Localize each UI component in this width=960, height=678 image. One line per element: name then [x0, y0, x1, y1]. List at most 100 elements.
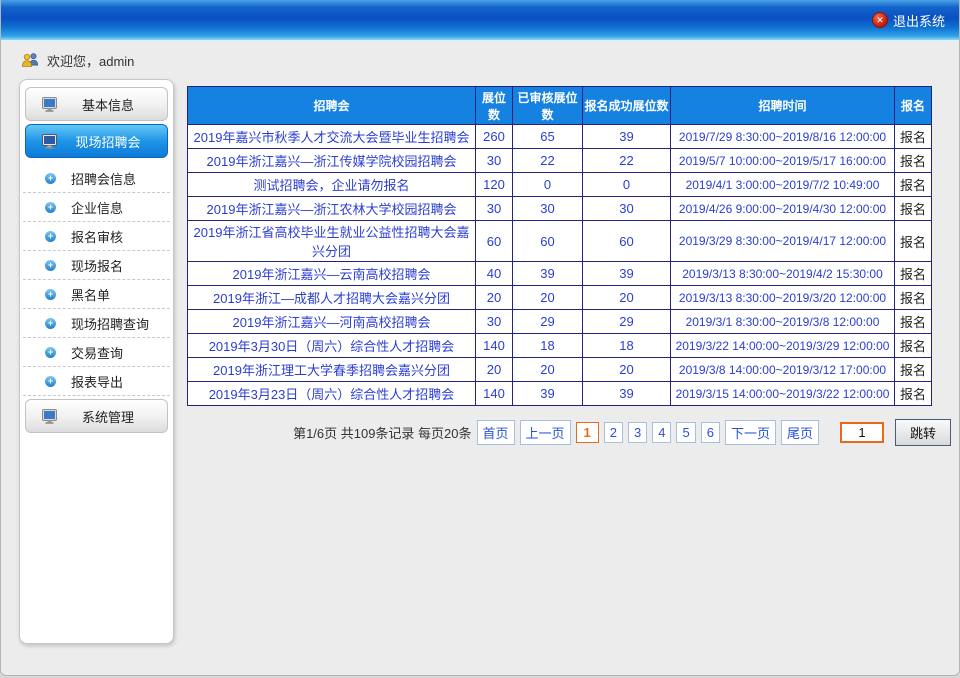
fair-name-cell[interactable]: 2019年浙江嘉兴—云南高校招聘会	[188, 262, 476, 286]
success-count-cell: 60	[583, 221, 671, 262]
booth-count-cell: 260	[476, 125, 513, 149]
table-row: 2019年浙江嘉兴—浙江农林大学校园招聘会3030302019/4/26 9:0…	[188, 197, 932, 221]
users-icon	[21, 52, 40, 68]
fair-name-cell[interactable]: 2019年浙江—成都人才招聘大会嘉兴分团	[188, 286, 476, 310]
page: ✕ 退出系统 欢迎您，admin 基本信息	[0, 0, 960, 676]
approved-count-cell: 18	[513, 334, 583, 358]
recruit-time-cell: 2019/3/13 8:30:00~2019/3/20 12:00:00	[671, 286, 895, 310]
signup-link[interactable]: 报名	[895, 358, 932, 382]
plus-circle-icon: +	[45, 173, 56, 184]
table-row: 2019年浙江理工大学春季招聘会嘉兴分团2020202019/3/8 14:00…	[188, 358, 932, 382]
column-header: 报名	[895, 87, 932, 125]
first-page-link[interactable]: 首页	[477, 420, 515, 445]
recruit-time-cell: 2019/3/15 14:00:00~2019/3/22 12:00:00	[671, 382, 895, 406]
approved-count-cell: 20	[513, 286, 583, 310]
sidebar-item-onsite-fair[interactable]: 现场招聘会	[25, 124, 168, 158]
sidebar-subitem-label: 现场招聘查询	[71, 314, 149, 333]
last-page-link[interactable]: 尾页	[781, 420, 819, 445]
sidebar-subitem[interactable]: +报名审核	[23, 222, 170, 251]
fair-name-cell[interactable]: 2019年浙江理工大学春季招聘会嘉兴分团	[188, 358, 476, 382]
sidebar-subitem[interactable]: +现场招聘查询	[23, 309, 170, 338]
page-link[interactable]: 4	[652, 422, 671, 443]
table-row: 2019年浙江嘉兴—浙江传媒学院校园招聘会3022222019/5/7 10:0…	[188, 149, 932, 173]
approved-count-cell: 29	[513, 310, 583, 334]
table-row: 2019年3月30日（周六）综合性人才招聘会14018182019/3/22 1…	[188, 334, 932, 358]
approved-count-cell: 39	[513, 262, 583, 286]
prev-page-link[interactable]: 上一页	[520, 420, 571, 445]
signup-link[interactable]: 报名	[895, 221, 932, 262]
sidebar-subitem[interactable]: +招聘会信息	[23, 164, 170, 193]
signup-link[interactable]: 报名	[895, 286, 932, 310]
logout-label: 退出系统	[893, 11, 945, 30]
fair-name-cell[interactable]: 测试招聘会，企业请勿报名	[188, 173, 476, 197]
signup-link[interactable]: 报名	[895, 197, 932, 221]
approved-count-cell: 39	[513, 382, 583, 406]
sidebar-subitem[interactable]: + 企业信息	[23, 193, 170, 222]
pagination-summary: 第1/6页 共109条记录 每页20条	[293, 423, 471, 442]
table-row: 2019年嘉兴市秋季人才交流大会暨毕业生招聘会26065392019/7/29 …	[188, 125, 932, 149]
signup-link[interactable]: 报名	[895, 310, 932, 334]
fair-name-cell[interactable]: 2019年3月30日（周六）综合性人才招聘会	[188, 334, 476, 358]
recruit-time-cell: 2019/4/26 9:00:00~2019/4/30 12:00:00	[671, 197, 895, 221]
booth-count-cell: 120	[476, 173, 513, 197]
table-row: 测试招聘会，企业请勿报名120002019/4/1 3:00:00~2019/7…	[188, 173, 932, 197]
table-row: 2019年浙江省高校毕业生就业公益性招聘大会嘉兴分团6060602019/3/2…	[188, 221, 932, 262]
jump-page-input[interactable]	[840, 422, 884, 443]
fair-name-cell[interactable]: 2019年嘉兴市秋季人才交流大会暨毕业生招聘会	[188, 125, 476, 149]
sidebar-item-system-management[interactable]: 系统管理	[25, 399, 168, 433]
signup-link[interactable]: 报名	[895, 173, 932, 197]
fair-name-cell[interactable]: 2019年3月23日（周六）综合性人才招聘会	[188, 382, 476, 406]
fair-name-cell[interactable]: 2019年浙江嘉兴—浙江传媒学院校园招聘会	[188, 149, 476, 173]
success-count-cell: 22	[583, 149, 671, 173]
content: 基本信息 现场招聘会 +招聘会信息+企业信息+报名审核+现场报名+黑名单+现场招…	[1, 79, 959, 644]
sidebar-item-label: 基本信息	[59, 95, 157, 114]
fair-name-cell[interactable]: 2019年浙江嘉兴—浙江农林大学校园招聘会	[188, 197, 476, 221]
approved-count-cell: 22	[513, 149, 583, 173]
approved-count-cell: 60	[513, 221, 583, 262]
plus-circle-icon: +	[45, 376, 56, 387]
sidebar-subitem[interactable]: +现场报名	[23, 251, 170, 280]
signup-link[interactable]: 报名	[895, 262, 932, 286]
jump-button[interactable]: 跳转	[895, 419, 951, 446]
success-count-cell: 39	[583, 125, 671, 149]
page-link[interactable]: 6	[701, 422, 720, 443]
page-link[interactable]: 2	[604, 422, 623, 443]
plus-circle-icon: +	[45, 202, 56, 213]
approved-count-cell: 65	[513, 125, 583, 149]
sidebar-subitem[interactable]: +黑名单	[23, 280, 170, 309]
recruit-time-cell: 2019/3/1 8:30:00~2019/3/8 12:00:00	[671, 310, 895, 334]
booth-count-cell: 40	[476, 262, 513, 286]
recruit-time-cell: 2019/3/8 14:00:00~2019/3/12 17:00:00	[671, 358, 895, 382]
table-row: 2019年浙江嘉兴—云南高校招聘会4039392019/3/13 8:30:00…	[188, 262, 932, 286]
signup-link[interactable]: 报名	[895, 149, 932, 173]
plus-circle-icon: +	[45, 347, 56, 358]
sidebar-item-basic-info[interactable]: 基本信息	[25, 87, 168, 121]
success-count-cell: 29	[583, 310, 671, 334]
sidebar-subitem[interactable]: +报表导出	[23, 367, 170, 396]
fair-name-cell[interactable]: 2019年浙江嘉兴—河南高校招聘会	[188, 310, 476, 334]
next-page-link[interactable]: 下一页	[725, 420, 776, 445]
page-link[interactable]: 3	[628, 422, 647, 443]
fair-table: 招聘会展位数已审核展位数报名成功展位数招聘时间报名 2019年嘉兴市秋季人才交流…	[187, 86, 932, 406]
current-page-link[interactable]: 1	[576, 422, 599, 443]
recruit-time-cell: 2019/7/29 8:30:00~2019/8/16 12:00:00	[671, 125, 895, 149]
success-count-cell: 39	[583, 262, 671, 286]
column-header: 展位数	[476, 87, 513, 125]
sidebar-subitem-label: 企业信息	[71, 198, 123, 217]
sidebar-subitem[interactable]: +交易查询	[23, 338, 170, 367]
recruit-time-cell: 2019/5/7 10:00:00~2019/5/17 16:00:00	[671, 149, 895, 173]
monitor-icon	[42, 409, 59, 424]
booth-count-cell: 30	[476, 310, 513, 334]
fair-name-cell[interactable]: 2019年浙江省高校毕业生就业公益性招聘大会嘉兴分团	[188, 221, 476, 262]
plus-circle-icon: +	[45, 260, 56, 271]
sidebar: 基本信息 现场招聘会 +招聘会信息+企业信息+报名审核+现场报名+黑名单+现场招…	[19, 79, 174, 644]
signup-link[interactable]: 报名	[895, 382, 932, 406]
success-count-cell: 30	[583, 197, 671, 221]
signup-link[interactable]: 报名	[895, 125, 932, 149]
signup-link[interactable]: 报名	[895, 334, 932, 358]
fair-table-body: 2019年嘉兴市秋季人才交流大会暨毕业生招聘会26065392019/7/29 …	[188, 125, 932, 406]
logout-button[interactable]: ✕ 退出系统	[872, 11, 945, 30]
approved-count-cell: 0	[513, 173, 583, 197]
page-link[interactable]: 5	[676, 422, 695, 443]
booth-count-cell: 60	[476, 221, 513, 262]
